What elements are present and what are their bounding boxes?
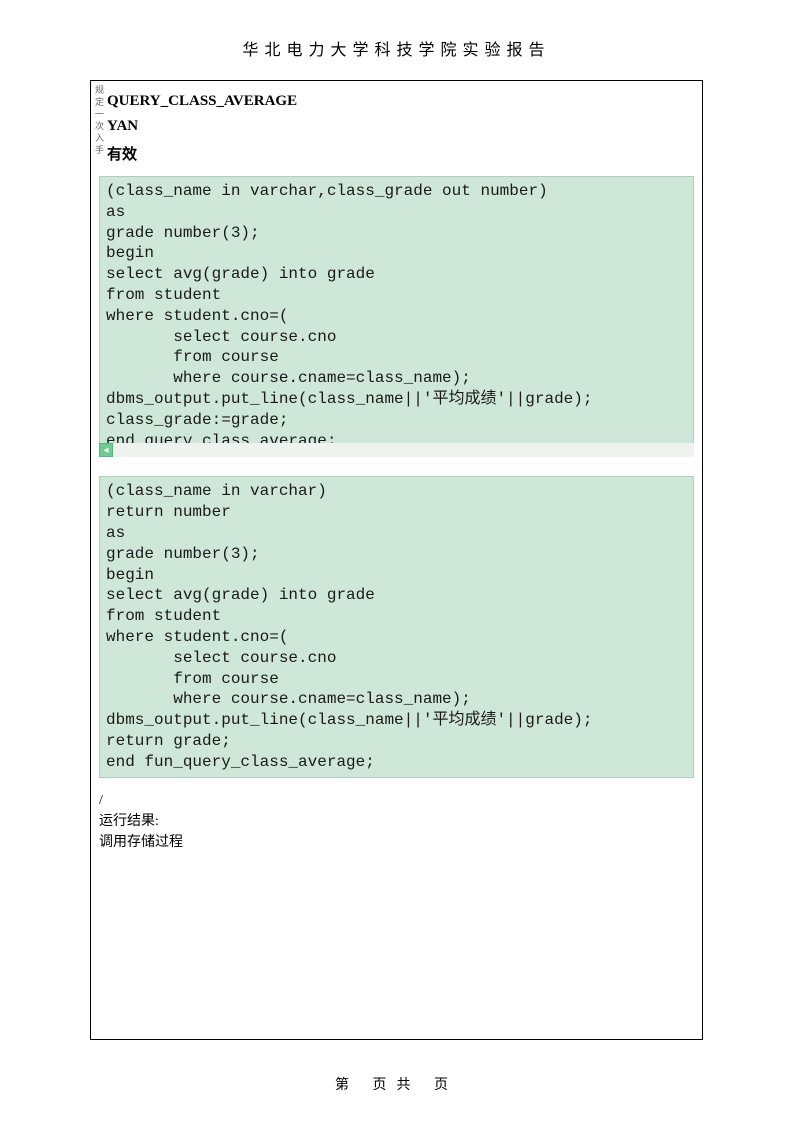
slash-line: / <box>99 790 702 811</box>
status-label: 有效 <box>107 139 702 168</box>
results-block: / 运行结果: 调用存储过程 <box>91 782 702 853</box>
code-block-2: (class_name in varchar) return number as… <box>99 476 694 777</box>
side-label: 规定一次入手 <box>93 85 106 157</box>
page-header: 华北电力大学科技学院实验报告 <box>0 0 793 80</box>
scroll-left-icon[interactable]: ◂ <box>99 443 113 457</box>
call-proc-label: 调用存储过程 <box>99 832 702 853</box>
page-footer: 第 页共 页 <box>0 1074 793 1094</box>
results-label: 运行结果: <box>99 811 702 832</box>
code-block-1-wrap: (class_name in varchar,class_grade out n… <box>91 176 702 456</box>
procedure-name: QUERY_CLASS_AVERAGE <box>107 89 702 114</box>
content-box: 规定一次入手 QUERY_CLASS_AVERAGE YAN 有效 (class… <box>90 80 703 1040</box>
owner-name: YAN <box>107 114 702 139</box>
code-block-1: (class_name in varchar,class_grade out n… <box>99 176 694 456</box>
info-block: QUERY_CLASS_AVERAGE YAN 有效 <box>91 81 702 174</box>
scroll-track[interactable] <box>113 443 694 457</box>
